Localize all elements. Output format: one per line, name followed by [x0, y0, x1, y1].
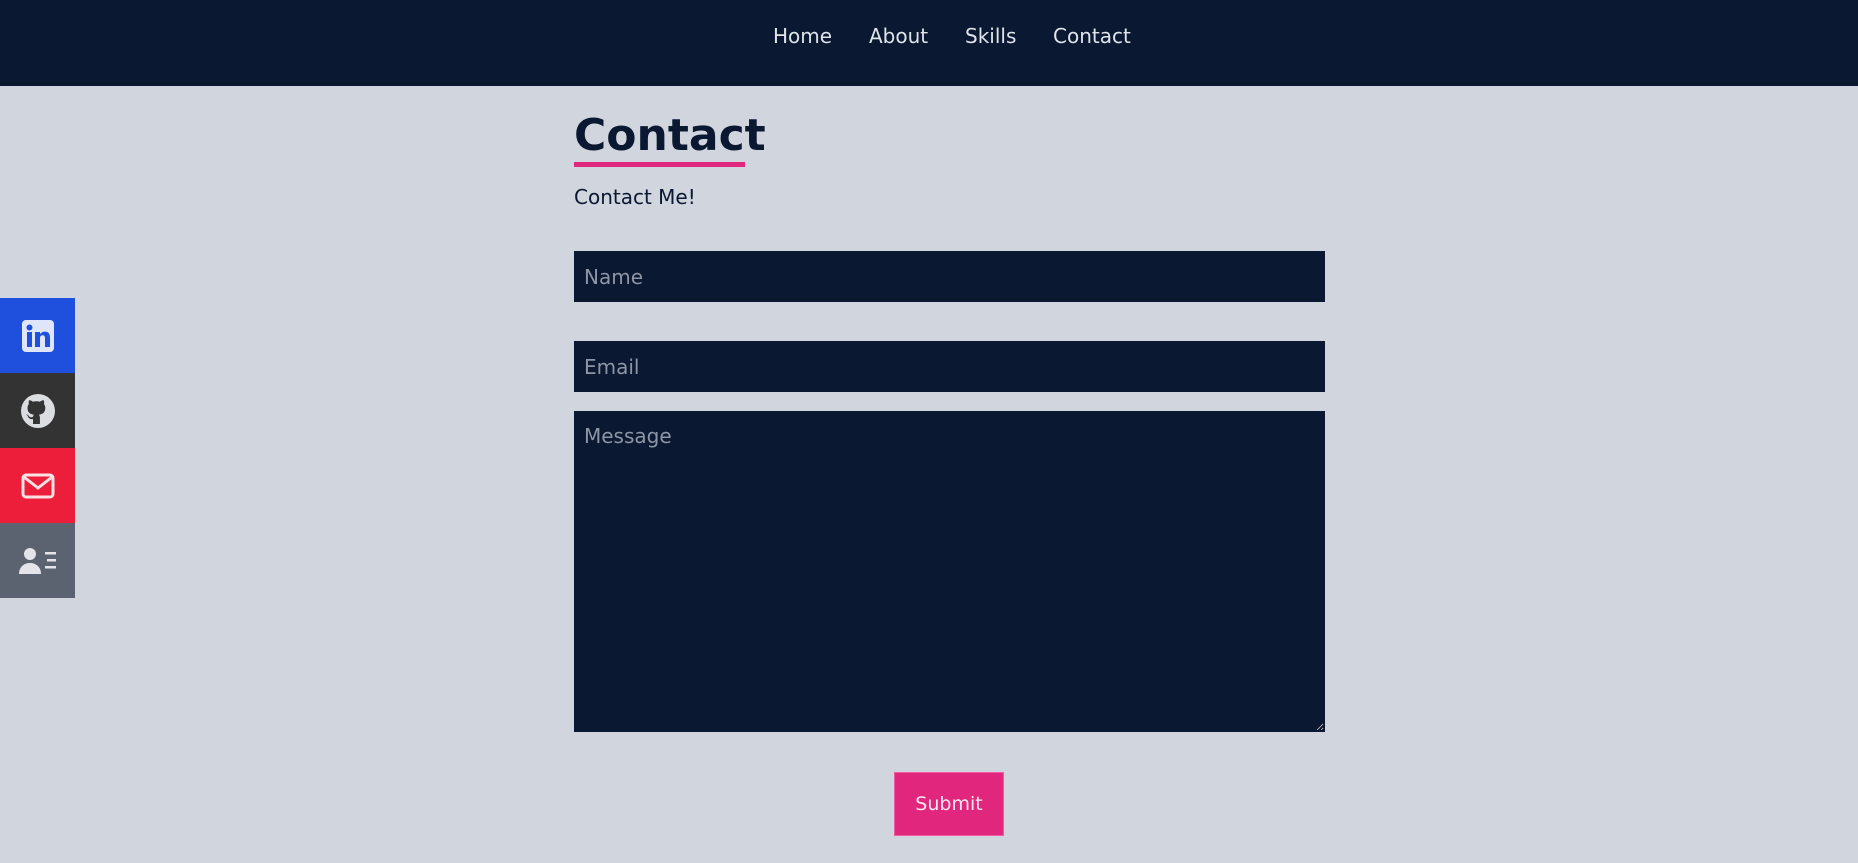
- linkedin-button[interactable]: [0, 298, 75, 373]
- nav-link-contact[interactable]: Contact: [1053, 22, 1131, 50]
- email-field[interactable]: [574, 341, 1325, 392]
- top-navbar: Home About Skills Contact: [0, 0, 1858, 86]
- social-sidebar: [0, 298, 75, 598]
- nav-link-home[interactable]: Home: [773, 22, 832, 50]
- nav-link-skills[interactable]: Skills: [965, 22, 1016, 50]
- resume-button[interactable]: [0, 523, 75, 598]
- github-button[interactable]: [0, 373, 75, 448]
- message-field[interactable]: [574, 411, 1325, 732]
- name-field[interactable]: [574, 251, 1325, 302]
- person-card-icon: [18, 547, 56, 574]
- github-icon: [20, 393, 55, 428]
- page-subtitle: Contact Me!: [574, 185, 696, 209]
- title-underline: [574, 162, 745, 167]
- email-button[interactable]: [0, 448, 75, 523]
- envelope-icon: [21, 473, 54, 498]
- submit-button[interactable]: Submit: [894, 772, 1004, 836]
- nav-link-about[interactable]: About: [869, 22, 928, 50]
- linkedin-icon: [21, 319, 54, 352]
- page-title: Contact: [574, 110, 766, 161]
